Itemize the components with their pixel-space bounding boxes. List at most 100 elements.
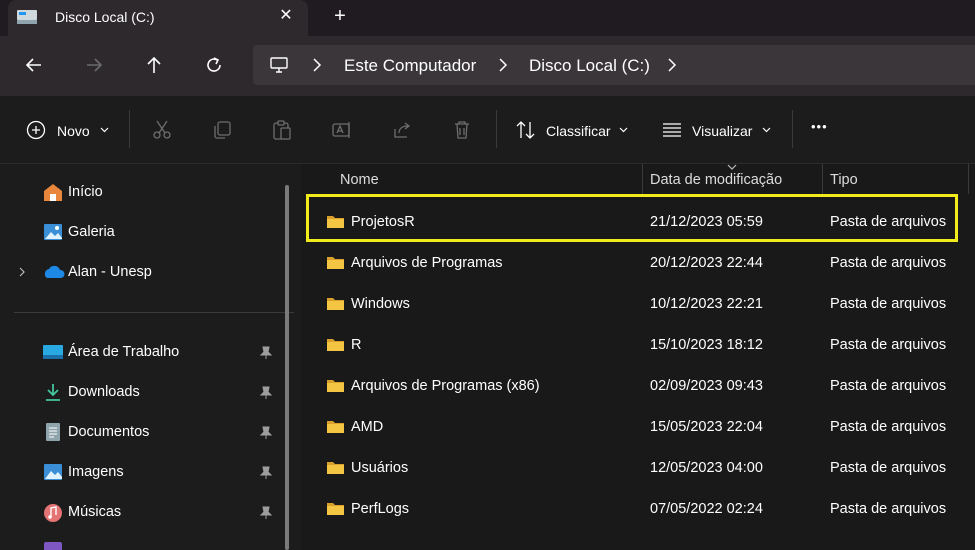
pin-icon[interactable] [260, 466, 272, 480]
sidebar-item-gallery[interactable]: Galeria [68, 224, 115, 240]
selection-highlight [306, 194, 958, 242]
refresh-button[interactable] [198, 49, 230, 81]
chevron-right-icon[interactable] [18, 266, 26, 278]
sidebar-item-images[interactable]: Imagens [68, 464, 124, 480]
address-bar[interactable]: Este Computador Disco Local (C:) [253, 45, 975, 85]
paste-icon[interactable] [271, 119, 293, 141]
download-icon [46, 384, 60, 401]
folder-icon [327, 257, 344, 269]
forward-button[interactable] [78, 49, 110, 81]
file-date: 02/09/2023 09:43 [650, 378, 763, 394]
chevron-right-icon[interactable] [665, 57, 679, 73]
folder-icon [327, 298, 344, 310]
close-tab-icon[interactable]: ✕ [276, 6, 296, 26]
toolbar-divider [496, 110, 497, 148]
folder-icon [327, 421, 344, 433]
file-type: Pasta de arquivos [830, 501, 947, 517]
pin-icon[interactable] [260, 426, 272, 440]
sidebar-divider [14, 312, 294, 313]
plus-circle-icon[interactable] [26, 120, 46, 140]
column-header-date[interactable]: Data de modificação [650, 172, 782, 188]
back-button[interactable] [18, 49, 50, 81]
copy-icon[interactable] [211, 119, 233, 141]
chevron-down-icon[interactable] [762, 127, 771, 133]
table-row[interactable]: Arquivos de Programas (x86) 02/09/2023 09… [301, 366, 975, 407]
desktop-icon [43, 345, 63, 359]
rename-icon[interactable] [331, 119, 353, 141]
document-icon [46, 423, 60, 441]
folder-icon [327, 380, 344, 392]
share-icon[interactable] [391, 119, 413, 141]
trash-icon[interactable] [451, 119, 473, 141]
file-name: Arquivos de Programas (x86) [351, 378, 540, 394]
sort-button[interactable]: Classificar [546, 123, 611, 139]
file-name: R [351, 337, 362, 353]
sidebar-scrollbar[interactable] [285, 185, 289, 550]
view-list-icon[interactable] [661, 121, 683, 139]
view-button[interactable]: Visualizar [692, 123, 752, 139]
file-type: Pasta de arquivos [830, 419, 947, 435]
sidebar-item-music[interactable]: Músicas [68, 504, 121, 520]
file-type: Pasta de arquivos [830, 337, 947, 353]
sidebar-item-onedrive[interactable]: Alan - Unesp [68, 264, 152, 280]
drive-icon [17, 10, 37, 24]
sort-icon[interactable] [515, 120, 537, 140]
up-button[interactable] [138, 49, 170, 81]
chevron-down-icon[interactable] [100, 127, 109, 133]
sidebar-item-home[interactable]: Início [68, 184, 103, 200]
sidebar-item-downloads[interactable]: Downloads [68, 384, 140, 400]
active-tab[interactable] [8, 0, 308, 36]
chevron-right-icon[interactable] [310, 57, 324, 73]
column-header-name[interactable]: Nome [340, 172, 379, 188]
tab-title: Disco Local (C:) [55, 9, 155, 25]
file-date: 12/05/2023 04:00 [650, 460, 763, 476]
table-row[interactable]: Arquivos de Programas 20/12/2023 22:44 Pas… [301, 243, 975, 284]
table-row[interactable]: R 15/10/2023 18:12 Pasta de arquivos [301, 325, 975, 366]
refresh-icon [207, 57, 221, 72]
arrow-up-icon [147, 56, 161, 73]
new-tab-icon[interactable]: + [330, 6, 350, 26]
file-type: Pasta de arquivos [830, 460, 947, 476]
file-name: Arquivos de Programas [351, 255, 503, 271]
file-name: AMD [351, 419, 384, 435]
file-name: Windows [351, 296, 410, 312]
new-button[interactable]: Novo [57, 123, 90, 139]
file-date: 10/12/2023 22:21 [650, 296, 763, 312]
sort-indicator-icon [727, 164, 737, 170]
folder-icon [327, 339, 344, 351]
sidebar-item-desktop[interactable]: Área de Trabalho [68, 344, 179, 360]
column-divider [968, 164, 969, 194]
sidebar-item-documents[interactable]: Documentos [68, 424, 149, 440]
arrow-right-icon [87, 58, 103, 72]
table-row[interactable]: Usuários 12/05/2023 04:00 Pasta de arquivo… [301, 448, 975, 489]
folder-icon [327, 462, 344, 474]
pin-icon[interactable] [260, 386, 272, 400]
toolbar-divider [129, 110, 130, 148]
pin-icon[interactable] [260, 506, 272, 520]
file-date: 15/10/2023 18:12 [650, 337, 763, 353]
cut-icon[interactable] [151, 119, 173, 141]
folder-icon [327, 503, 344, 515]
file-type: Pasta de arquivos [830, 296, 947, 312]
file-date: 07/05/2022 02:24 [650, 501, 763, 517]
onedrive-icon [44, 265, 65, 278]
chevron-right-icon[interactable] [496, 57, 510, 73]
gallery-icon [44, 224, 62, 240]
music-icon [44, 504, 62, 522]
more-options-icon[interactable]: ••• [811, 119, 828, 134]
chevron-down-icon[interactable] [619, 127, 628, 133]
file-date: 15/05/2023 22:04 [650, 419, 763, 435]
file-date: 20/12/2023 22:44 [650, 255, 763, 271]
computer-icon [270, 57, 288, 73]
table-row[interactable]: Windows 10/12/2023 22:21 Pasta de arquivos [301, 284, 975, 325]
command-bar [0, 96, 975, 164]
file-name: Usuários [351, 460, 409, 476]
breadcrumb-local-disk[interactable]: Disco Local (C:) [529, 56, 650, 76]
table-row[interactable]: PerfLogs 07/05/2022 02:24 Pasta de arquivo… [301, 489, 975, 530]
home-icon [44, 184, 62, 201]
file-name: PerfLogs [351, 501, 410, 517]
breadcrumb-this-pc[interactable]: Este Computador [344, 56, 476, 76]
pin-icon[interactable] [260, 346, 272, 360]
table-row[interactable]: AMD 15/05/2023 22:04 Pasta de arquivos [301, 407, 975, 448]
column-header-type[interactable]: Tipo [830, 172, 858, 188]
